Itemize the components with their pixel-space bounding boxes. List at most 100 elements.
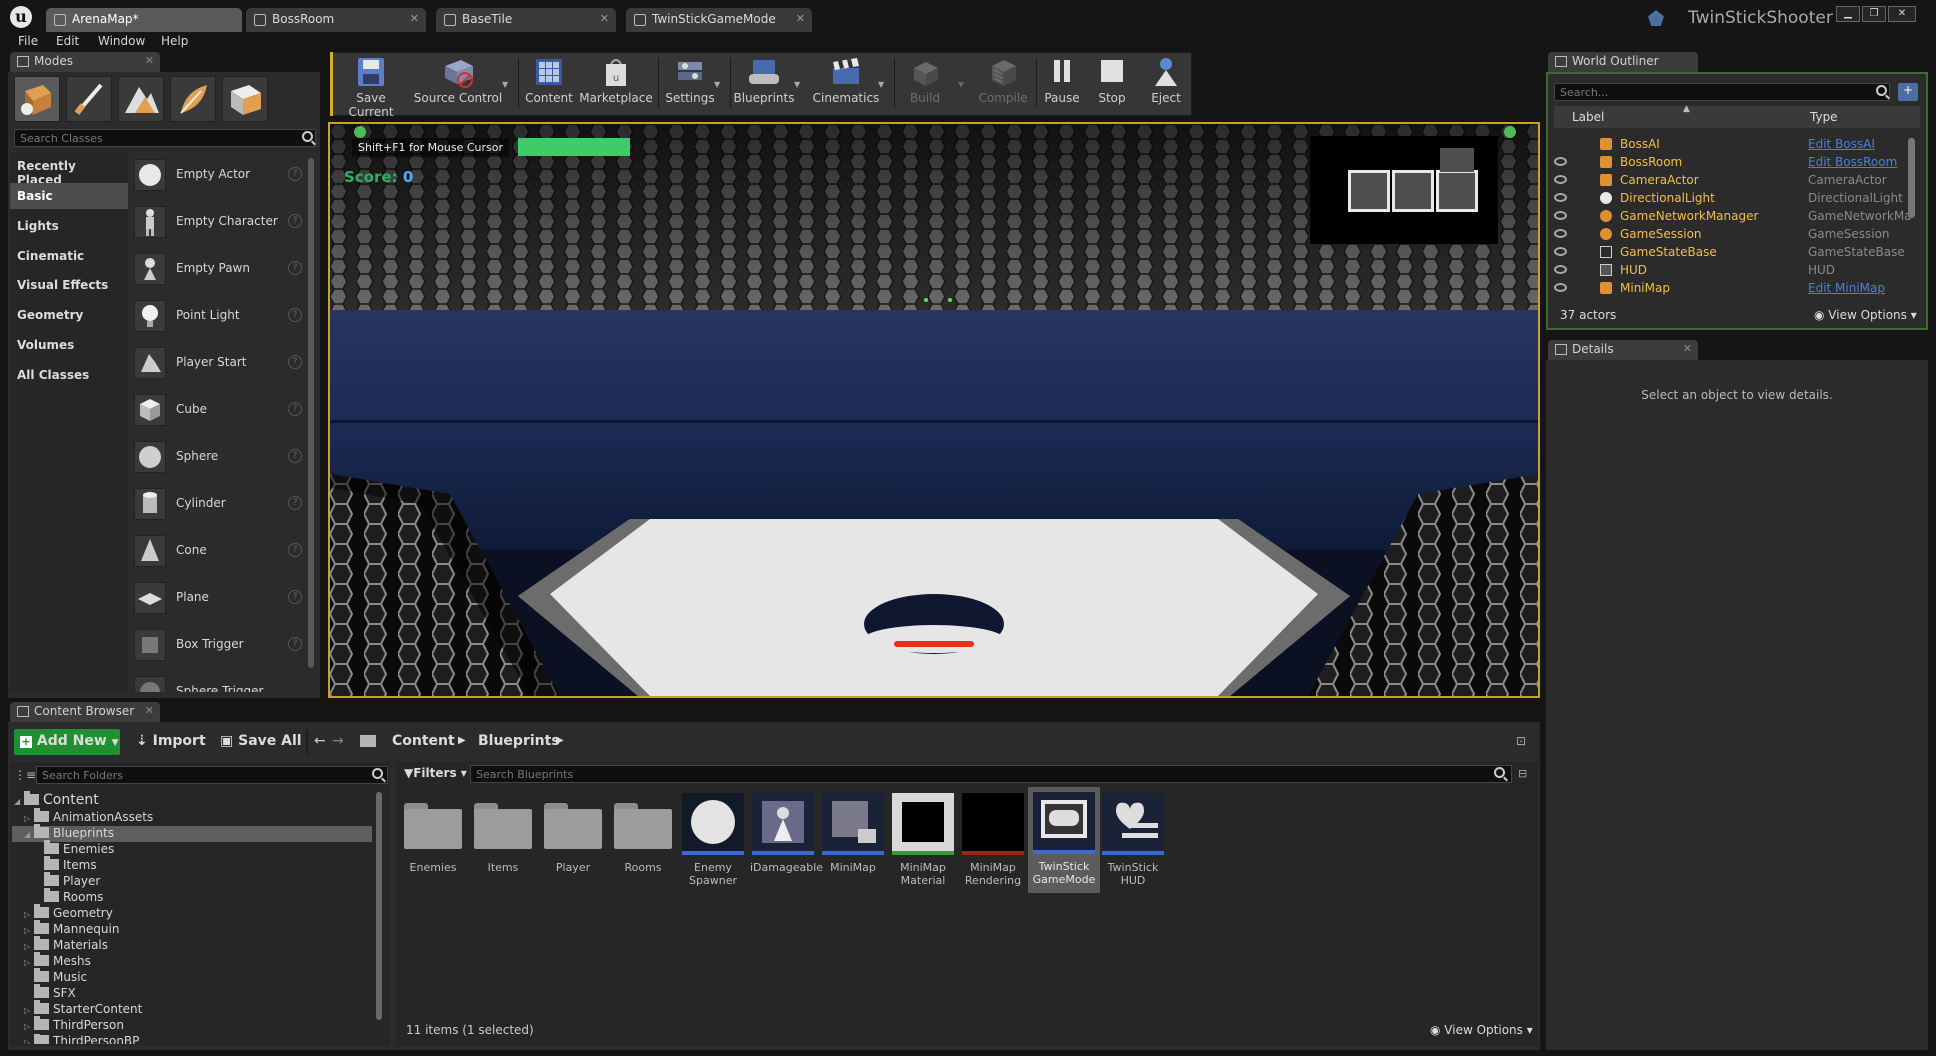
eject-button[interactable]: Eject — [1144, 54, 1188, 114]
search-blueprints-input[interactable]: Search Blueprints — [470, 765, 1512, 783]
outliner-search-input[interactable]: Search... — [1554, 83, 1890, 101]
content-button[interactable]: Content — [522, 54, 576, 114]
outliner-row[interactable]: CameraActor CameraActor — [1554, 171, 1914, 189]
asset-twinstick-hud[interactable]: TwinStick HUD — [1100, 793, 1166, 889]
list-item-sphere[interactable]: Sphere? — [130, 438, 310, 476]
asset-minimap-rendering[interactable]: MiniMap Rendering — [960, 793, 1026, 889]
import-button[interactable]: ⇣ Import — [132, 729, 210, 755]
outliner-row[interactable]: GameStateBase GameStateBase — [1554, 243, 1914, 261]
asset-twinstick-gamemode-selected[interactable]: TwinStick GameMode — [1028, 787, 1100, 893]
visibility-eye-icon[interactable] — [1554, 157, 1567, 166]
source-control-button[interactable]: Source Control — [410, 54, 506, 114]
list-item-empty-character[interactable]: Empty Character? — [130, 203, 310, 241]
category-all-classes[interactable]: All Classes — [10, 362, 128, 388]
outliner-view-options[interactable]: ◉ View Options ▾ — [1814, 308, 1917, 322]
help-icon[interactable]: ? — [288, 496, 302, 510]
tree-item[interactable]: ▷ StarterContent — [24, 1000, 142, 1018]
actor-type[interactable]: Edit MiniMap — [1808, 281, 1912, 295]
maximize-button[interactable]: ❐ — [1862, 6, 1886, 22]
asset-folder-enemies[interactable]: Enemies — [400, 793, 466, 889]
tree-scrollbar[interactable] — [376, 792, 382, 1020]
category-lights[interactable]: Lights — [10, 213, 128, 239]
menu-window[interactable]: Window — [98, 34, 145, 48]
outliner-row[interactable]: HUD HUD — [1554, 261, 1914, 279]
outliner-row[interactable]: MiniMap Edit MiniMap — [1554, 279, 1914, 297]
tree-item[interactable]: Player — [44, 872, 100, 890]
tab-twinstickgamemode[interactable]: TwinStickGameMode ✕ — [626, 8, 812, 32]
list-item-player-start[interactable]: Player Start? — [130, 344, 310, 382]
tree-toggle-icon[interactable]: ⋮≡ — [14, 768, 36, 782]
marketplace-button[interactable]: u Marketplace — [578, 54, 654, 114]
list-item-sphere-trigger[interactable]: Sphere Trigger — [130, 673, 310, 692]
visibility-eye-icon[interactable] — [1554, 211, 1567, 220]
close-icon[interactable]: ✕ — [145, 54, 154, 67]
visibility-eye-icon[interactable] — [1554, 175, 1567, 184]
add-folder-button[interactable]: + — [1898, 83, 1918, 101]
search-classes-input[interactable]: Search Classes — [14, 129, 316, 147]
list-item-cone[interactable]: Cone? — [130, 532, 310, 570]
help-icon[interactable]: ? — [288, 449, 302, 463]
place-mode-button[interactable] — [14, 76, 60, 122]
filters-button[interactable]: ▼Filters ▾ — [404, 766, 467, 780]
search-folders-input[interactable]: Search Folders — [36, 766, 388, 784]
list-item-point-light[interactable]: Point Light? — [130, 297, 310, 335]
landscape-mode-button[interactable] — [118, 76, 164, 122]
asset-minimap-material[interactable]: MiniMap Material — [890, 793, 956, 889]
blueprints-dropdown-icon[interactable]: ▼ — [794, 80, 800, 89]
outliner-row[interactable]: BossAI Edit BossAI — [1554, 135, 1914, 153]
lock-icon[interactable]: ⊡ — [1516, 734, 1526, 748]
help-icon[interactable]: ? — [288, 637, 302, 651]
visibility-eye-icon[interactable] — [1554, 247, 1567, 256]
help-icon[interactable]: ? — [288, 308, 302, 322]
breadcrumb-content[interactable]: Content — [390, 729, 457, 755]
tab-arenamap[interactable]: ArenaMap* — [46, 8, 242, 32]
placeable-scrollbar[interactable] — [308, 158, 314, 668]
visibility-eye-icon[interactable] — [1554, 229, 1567, 238]
build-button[interactable]: Build — [898, 54, 952, 114]
category-visual-effects[interactable]: Visual Effects — [10, 272, 128, 298]
asset-enemy-spawner[interactable]: Enemy Spawner — [680, 793, 746, 889]
category-geometry[interactable]: Geometry — [10, 302, 128, 328]
tab-bossroom[interactable]: BossRoom ✕ — [246, 8, 426, 32]
details-tab[interactable]: Details ✕ — [1548, 340, 1698, 360]
menu-edit[interactable]: Edit — [56, 34, 79, 48]
outliner-row[interactable]: BossRoom Edit BossRoom — [1554, 153, 1914, 171]
actor-type[interactable]: Edit BossAI — [1808, 137, 1912, 151]
foliage-mode-button[interactable] — [170, 76, 216, 122]
list-item-empty-actor[interactable]: Empty Actor? — [130, 156, 310, 194]
help-icon[interactable]: ? — [288, 543, 302, 557]
content-browser-tab[interactable]: Content Browser ✕ — [10, 702, 160, 722]
cinematics-button[interactable]: Cinematics — [810, 54, 882, 114]
blueprints-button[interactable]: Blueprints — [732, 54, 796, 114]
asset-idamageable[interactable]: iDamageable — [750, 793, 823, 889]
compile-button[interactable]: Compile — [974, 54, 1032, 114]
close-icon[interactable]: ✕ — [1683, 342, 1692, 355]
column-type[interactable]: Type — [1810, 110, 1838, 124]
tree-item[interactable]: Music — [34, 968, 87, 986]
tab-basetile[interactable]: BaseTile ✕ — [436, 8, 616, 32]
modes-tab[interactable]: Modes ✕ — [10, 52, 160, 72]
actor-type[interactable]: Edit BossRoom — [1808, 155, 1912, 169]
help-icon[interactable]: ? — [288, 402, 302, 416]
source-control-dropdown-icon[interactable]: ▼ — [502, 80, 508, 89]
visibility-eye-icon[interactable] — [1554, 265, 1567, 274]
category-basic[interactable]: Basic — [10, 183, 128, 209]
minimize-button[interactable]: ▁ — [1836, 6, 1860, 22]
pause-button[interactable]: Pause — [1040, 54, 1084, 114]
category-cinematic[interactable]: Cinematic — [10, 243, 128, 269]
list-item-plane[interactable]: Plane? — [130, 579, 310, 617]
outliner-row[interactable]: DirectionalLight DirectionalLight — [1554, 189, 1914, 207]
tree-item[interactable]: Items — [44, 856, 97, 874]
back-arrow-icon[interactable]: ← — [314, 733, 326, 749]
outliner-scrollbar[interactable] — [1908, 138, 1915, 218]
unreal-logo-icon[interactable]: u — [10, 6, 32, 28]
settings-button[interactable]: Settings — [660, 54, 720, 114]
menu-help[interactable]: Help — [161, 34, 188, 48]
list-item-cylinder[interactable]: Cylinder? — [130, 485, 310, 523]
save-current-button[interactable]: Save Current — [336, 54, 406, 119]
tree-item[interactable]: Rooms — [44, 888, 103, 906]
menu-file[interactable]: File — [18, 34, 38, 48]
column-label[interactable]: Label — [1572, 110, 1604, 124]
outliner-row[interactable]: GameSession GameSession — [1554, 225, 1914, 243]
visibility-eye-icon[interactable] — [1554, 193, 1567, 202]
